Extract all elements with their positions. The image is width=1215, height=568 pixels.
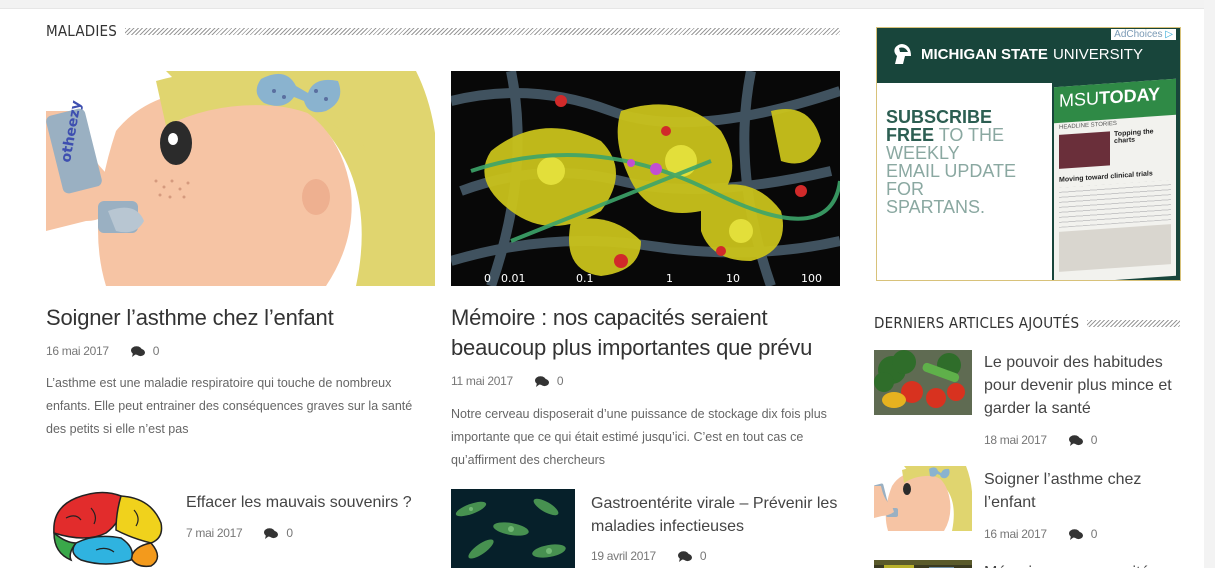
comment-count-value: 0 <box>699 549 707 563</box>
section-header-maladies: MALADIES <box>46 22 840 40</box>
ad-line: SPARTANS. <box>886 197 986 217</box>
comment-icon <box>677 550 692 562</box>
comment-icon <box>1068 528 1083 540</box>
section-title: DERNIERS ARTICLES AJOUTÉS <box>874 314 1080 332</box>
scale-label: 10 <box>726 272 740 285</box>
ad-line: FOR <box>886 179 924 199</box>
ad-line: TO THE <box>938 125 1005 145</box>
comment-icon <box>534 375 549 387</box>
comment-count[interactable]: 0 <box>1068 433 1098 447</box>
article-meta: 19 avril 2017 0 <box>591 549 707 563</box>
section-divider <box>1087 319 1180 327</box>
comment-count[interactable]: 0 <box>1068 527 1098 541</box>
section-divider <box>125 27 840 35</box>
asthma-small-thumbnail[interactable] <box>874 466 972 531</box>
msu-advertisement[interactable]: AdChoices ▷ MICHIGAN STATE UNIVERSITY SU… <box>876 27 1181 281</box>
story-image <box>1059 131 1111 169</box>
top-border <box>0 0 1215 9</box>
comment-icon <box>130 345 145 357</box>
story-title: Topping the charts <box>1114 128 1154 146</box>
msu-label: MSU <box>1059 88 1099 111</box>
memory-thumbnail[interactable]: 0 0.01 0.1 1 10 100 <box>451 71 840 286</box>
post-date: 7 mai 2017 <box>186 526 243 540</box>
ad-line: FREE <box>886 125 935 145</box>
recent-article-meta: 16 mai 2017 0 <box>984 527 1097 541</box>
section-header-recent: DERNIERS ARTICLES AJOUTÉS <box>874 314 1180 332</box>
comment-count[interactable]: 0 <box>677 549 707 563</box>
spartan-helmet-icon <box>894 44 911 64</box>
ad-university-light: UNIVERSITY <box>1052 45 1143 63</box>
article-title[interactable]: Gastroentérite virale – Prévenir les mal… <box>591 492 839 538</box>
comment-icon <box>1068 434 1083 446</box>
article-title[interactable]: Effacer les mauvais souvenirs ? <box>186 491 446 514</box>
ad-line: EMAIL UPDATE <box>886 161 1017 181</box>
recent-article-title[interactable]: Le pouvoir des habitudes pour devenir pl… <box>984 351 1179 420</box>
comment-icon <box>264 527 279 539</box>
recent-article-meta: 18 mai 2017 0 <box>984 433 1097 447</box>
comment-count-value: 0 <box>1090 527 1098 541</box>
newsletter-preview: MSUTODAY HEADLINE STORIES Topping the ch… <box>1054 78 1176 280</box>
asthma-thumbnail[interactable]: otheezy <box>46 71 435 286</box>
comment-count-value: 0 <box>1090 433 1098 447</box>
post-date: 16 mai 2017 <box>46 344 109 358</box>
vegetables-thumbnail[interactable] <box>874 350 972 415</box>
post-date: 11 mai 2017 <box>451 374 513 388</box>
comment-count-value: 0 <box>152 344 160 358</box>
scale-label: 0.01 <box>501 272 526 285</box>
featured-meta: 16 mai 2017 0 <box>46 344 159 358</box>
comment-count[interactable]: 0 <box>130 344 160 358</box>
section-title: MALADIES <box>46 22 118 40</box>
story-text-lines <box>1059 180 1171 228</box>
adchoices-icon: ▷ <box>1165 29 1173 40</box>
ad-line: WEEKLY <box>886 143 960 163</box>
recent-article-title[interactable]: Soigner l’asthme chez l’enfant <box>984 468 1179 514</box>
page-scrollbar[interactable] <box>1204 0 1215 568</box>
scale-label: 1 <box>666 272 673 285</box>
adchoices-label: AdChoices <box>1114 29 1163 40</box>
comment-count[interactable]: 0 <box>534 374 564 388</box>
featured-meta: 11 mai 2017 0 <box>451 374 564 388</box>
memory-small-thumbnail[interactable] <box>874 560 972 568</box>
featured-title[interactable]: Mémoire : nos capacités seraient beaucou… <box>451 303 831 363</box>
brain-thumbnail[interactable] <box>46 488 170 568</box>
bacteria-thumbnail[interactable] <box>451 489 575 568</box>
today-label: TODAY <box>1099 83 1161 109</box>
ad-header: MICHIGAN STATE UNIVERSITY <box>891 42 1143 66</box>
comment-count-value: 0 <box>286 526 293 540</box>
post-date: 19 avril 2017 <box>591 549 656 563</box>
comment-count[interactable]: 0 <box>264 526 293 540</box>
ad-line: SUBSCRIBE <box>886 107 993 127</box>
featured-excerpt: L’asthme est une maladie respiratoire qu… <box>46 376 413 436</box>
post-date: 18 mai 2017 <box>984 433 1047 447</box>
featured-title[interactable]: Soigner l’asthme chez l’enfant <box>46 303 436 333</box>
ad-copy: SUBSCRIBE FREE TO THE WEEKLY EMAIL UPDAT… <box>886 108 1051 216</box>
scale-label: 0.1 <box>576 272 594 285</box>
featured-excerpt: Notre cerveau disposerait d’une puissanc… <box>451 407 827 467</box>
scale-label: 100 <box>801 272 822 285</box>
ad-university-bold: MICHIGAN STATE <box>921 45 1048 63</box>
adchoices-link[interactable]: AdChoices ▷ <box>1111 29 1176 40</box>
article-meta: 7 mai 2017 0 <box>186 526 293 540</box>
comment-count-value: 0 <box>556 374 564 388</box>
scale-label: 0 <box>484 272 491 285</box>
recent-article-title[interactable]: Mémoire : nos capacités <box>984 561 1179 568</box>
story-photo <box>1059 224 1171 272</box>
post-date: 16 mai 2017 <box>984 527 1047 541</box>
